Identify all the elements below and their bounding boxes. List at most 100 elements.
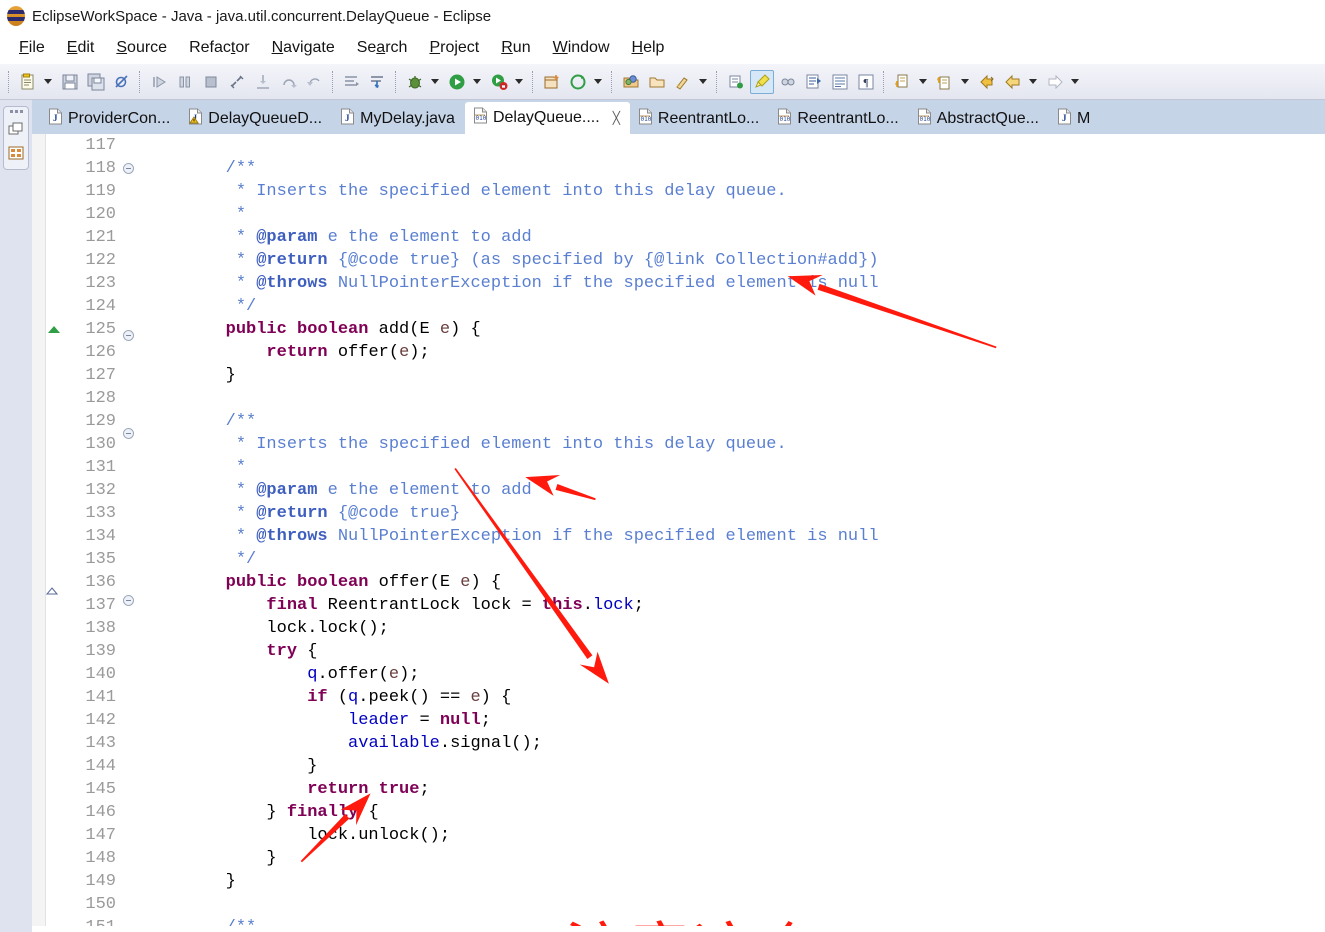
code-line[interactable]: available.signal(); [136, 732, 1325, 755]
fold-collapse-icon[interactable] [120, 163, 136, 186]
next-edit-icon[interactable] [891, 70, 915, 94]
code-line[interactable] [136, 134, 1325, 157]
menu-item-help[interactable]: Help [621, 37, 676, 59]
java-editor[interactable]: 117 118 119 120 121 122 123 124 125 126 127 128 129 1… [32, 134, 1325, 926]
editor-tab-3[interactable]: 010 DelayQueue.... ╳ [464, 102, 630, 134]
code-line[interactable]: * @param e the element to add [136, 226, 1325, 249]
chevron-down-icon[interactable] [916, 70, 930, 94]
code-line[interactable]: * [136, 203, 1325, 226]
editor-tab-4[interactable]: 010 ReentrantLo... [630, 104, 769, 134]
highlight-icon[interactable] [750, 69, 774, 94]
terminate-icon[interactable] [199, 70, 223, 94]
package-explorer-icon[interactable] [7, 144, 25, 162]
code-line[interactable]: return true; [136, 778, 1325, 801]
step-return-icon[interactable] [303, 70, 327, 94]
code-line[interactable]: * @throws NullPointerException if the sp… [136, 525, 1325, 548]
menu-item-refactor[interactable]: Refactor [178, 37, 260, 59]
open-task-icon[interactable] [645, 70, 669, 94]
code-line[interactable]: q.offer(e); [136, 663, 1325, 686]
back-arrow-icon[interactable] [1001, 70, 1025, 94]
code-line[interactable]: lock.lock(); [136, 617, 1325, 640]
code-line[interactable] [136, 893, 1325, 916]
chevron-down-icon[interactable] [591, 70, 605, 94]
folding-ruler[interactable] [120, 134, 136, 926]
menu-item-window[interactable]: Window [542, 37, 621, 59]
show-source-icon[interactable] [828, 70, 852, 94]
pilcrow-icon[interactable]: ¶ [854, 70, 878, 94]
code-line[interactable]: * @return {@code true} (as specified by … [136, 249, 1325, 272]
toggle-breakpoint-icon[interactable] [110, 70, 134, 94]
code-line[interactable]: * @throws NullPointerException if the sp… [136, 272, 1325, 295]
menu-item-search[interactable]: Search [346, 37, 419, 59]
skip-breakpoints-icon[interactable] [340, 70, 364, 94]
resume-icon[interactable] [147, 70, 171, 94]
chevron-down-icon[interactable] [958, 70, 972, 94]
code-line[interactable]: * @param e the element to add [136, 479, 1325, 502]
menu-item-edit[interactable]: Edit [56, 37, 106, 59]
code-line[interactable]: } finally { [136, 801, 1325, 824]
fold-collapse-icon[interactable] [120, 428, 136, 451]
chevron-down-icon[interactable] [512, 70, 526, 94]
source-code-viewport[interactable]: /** * Inserts the specified element into… [136, 134, 1325, 926]
search-icon[interactable] [671, 70, 695, 94]
code-line[interactable]: return offer(e); [136, 341, 1325, 364]
chevron-down-icon[interactable] [1026, 70, 1040, 94]
chevron-down-icon[interactable] [428, 70, 442, 94]
code-line[interactable]: leader = null; [136, 709, 1325, 732]
previous-edit-icon[interactable] [933, 70, 957, 94]
code-line[interactable]: } [136, 755, 1325, 778]
code-line[interactable]: * Inserts the specified element into thi… [136, 180, 1325, 203]
code-line[interactable]: final ReentrantLock lock = this.lock; [136, 594, 1325, 617]
link-editor-icon[interactable] [776, 70, 800, 94]
drop-to-frame-icon[interactable] [366, 70, 390, 94]
code-line[interactable]: } [136, 364, 1325, 387]
chevron-down-icon[interactable] [696, 70, 710, 94]
save-all-icon[interactable] [84, 70, 108, 94]
show-whitespace-icon[interactable] [802, 70, 826, 94]
editor-tab-7[interactable]: JM [1049, 104, 1100, 134]
code-line[interactable]: } [136, 847, 1325, 870]
step-over-icon[interactable] [277, 70, 301, 94]
code-line[interactable]: */ [136, 295, 1325, 318]
chevron-down-icon[interactable] [1068, 70, 1082, 94]
disconnect-icon[interactable] [225, 70, 249, 94]
forward-arrow-icon[interactable] [1043, 70, 1067, 94]
save-icon[interactable] [58, 70, 82, 94]
chevron-down-icon[interactable] [41, 70, 55, 94]
menu-item-navigate[interactable]: Navigate [261, 37, 346, 59]
new-wizard-icon[interactable] [16, 70, 40, 94]
code-line[interactable]: if (q.peek() == e) { [136, 686, 1325, 709]
external-tools-icon[interactable] [566, 70, 590, 94]
suspend-icon[interactable] [173, 70, 197, 94]
code-line[interactable]: /** [136, 157, 1325, 180]
menu-item-file[interactable]: File [8, 37, 56, 59]
step-into-icon[interactable] [251, 70, 275, 94]
restore-view-icon[interactable] [7, 120, 25, 138]
editor-tab-2[interactable]: J MyDelay.java [332, 104, 465, 134]
menu-item-source[interactable]: Source [105, 37, 178, 59]
menu-item-project[interactable]: Project [418, 37, 490, 59]
code-line[interactable]: try { [136, 640, 1325, 663]
new-java-package-icon[interactable] [540, 70, 564, 94]
editor-tab-0[interactable]: J ProviderCon... [40, 104, 180, 134]
close-icon[interactable]: ╳ [613, 111, 620, 125]
open-type-icon[interactable] [619, 70, 643, 94]
code-line[interactable] [136, 387, 1325, 410]
code-line[interactable]: public boolean add(E e) { [136, 318, 1325, 341]
minimized-view-stack[interactable] [3, 106, 29, 170]
fold-collapse-icon[interactable] [120, 330, 136, 353]
code-line[interactable]: */ [136, 548, 1325, 571]
fold-collapse-icon[interactable] [120, 595, 136, 618]
code-line[interactable]: lock.unlock(); [136, 824, 1325, 847]
next-annotation-icon[interactable] [724, 70, 748, 94]
marker-bar[interactable] [32, 134, 46, 926]
code-line[interactable]: /** [136, 410, 1325, 433]
coverage-icon[interactable] [487, 70, 511, 94]
debug-icon[interactable] [403, 70, 427, 94]
code-line[interactable]: } [136, 870, 1325, 893]
chevron-down-icon[interactable] [470, 70, 484, 94]
rail-drag-handle[interactable] [9, 110, 23, 113]
run-icon[interactable] [445, 70, 469, 94]
editor-tab-6[interactable]: 010 AbstractQue... [909, 104, 1049, 134]
editor-tab-5[interactable]: 010 ReentrantLo... [769, 104, 908, 134]
